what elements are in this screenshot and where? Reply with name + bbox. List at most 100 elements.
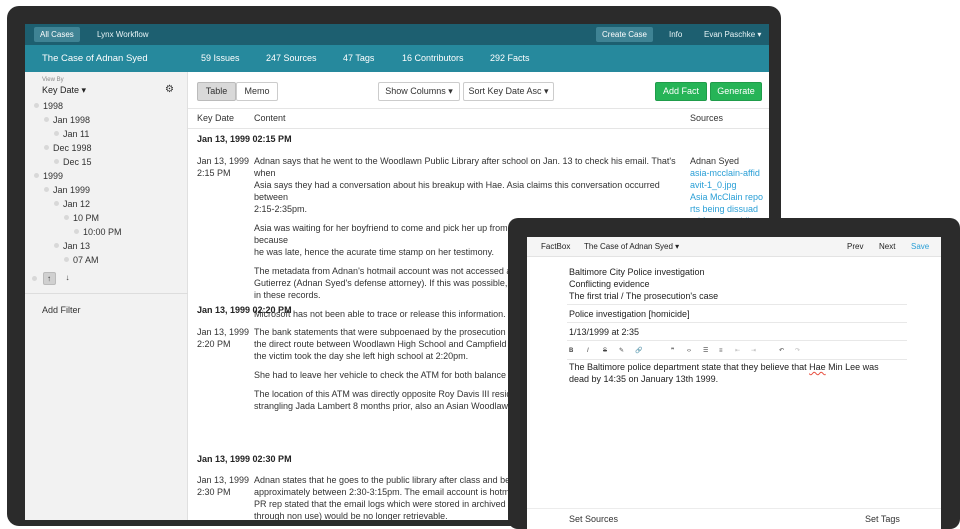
prev-button[interactable]: Prev — [847, 237, 863, 257]
group-heading: Jan 13, 1999 02:15 PM — [197, 134, 292, 144]
memo-view-button[interactable]: Memo — [236, 82, 278, 101]
tree-dot-icon — [44, 117, 49, 123]
tree-item[interactable]: 1999 — [34, 170, 63, 183]
tree-item[interactable]: Jan 12 — [54, 198, 90, 211]
tree-item[interactable]: Jan 11 — [54, 128, 89, 141]
source-link[interactable]: asia-mcclain-affid — [690, 167, 766, 179]
quote-icon[interactable]: ❞ — [671, 345, 674, 357]
factbox-case-select[interactable]: The Case of Adnan Syed ▾ — [584, 237, 679, 257]
tags-count[interactable]: 47 Tags — [343, 45, 374, 72]
table-view-button[interactable]: Table — [197, 82, 236, 101]
field-divider — [567, 322, 907, 323]
tree-item[interactable]: Dec 1998 — [44, 142, 92, 155]
tree-item[interactable]: 07 AM — [64, 254, 99, 267]
source-link[interactable]: Asia McClain repo — [690, 191, 766, 203]
tree-dot-icon — [64, 257, 69, 263]
top-navbar: All Cases Lynx Workflow Create Case Info… — [25, 24, 769, 45]
set-sources-button[interactable]: Set Sources — [569, 509, 618, 529]
undo-icon[interactable]: ↶ — [779, 345, 784, 357]
case-title[interactable]: The Case of Adnan Syed — [42, 45, 148, 72]
link-icon[interactable]: 🔗 — [635, 345, 642, 357]
tree-dot-icon — [54, 159, 59, 165]
source-field[interactable]: Police investigation [homicide] — [569, 309, 690, 319]
bullet-list-icon[interactable]: ☰ — [703, 345, 708, 357]
column-content[interactable]: Content — [254, 109, 286, 128]
row-date[interactable]: Jan 13, 1999 2:20 PM — [197, 326, 252, 350]
next-button[interactable]: Next — [879, 237, 895, 257]
nav-lynx-workflow[interactable]: Lynx Workflow — [91, 27, 155, 42]
tree-dot-icon — [34, 103, 39, 109]
toolbar: Table Memo Show Columns ▾ Sort Key Date … — [188, 72, 769, 109]
user-menu[interactable]: Evan Paschke ▾ — [698, 27, 767, 42]
field-divider — [567, 359, 907, 360]
generate-button[interactable]: Generate — [710, 82, 762, 101]
tree-dot-icon — [44, 145, 49, 151]
issues-count[interactable]: 59 Issues — [201, 45, 240, 72]
source-link[interactable]: rts being dissuad — [690, 203, 766, 215]
sort-dropdown[interactable]: Sort Key Date Asc ▾ — [463, 82, 554, 101]
gear-icon[interactable]: ⚙ — [165, 84, 174, 95]
sources-count[interactable]: 247 Sources — [266, 45, 317, 72]
tree-dot-icon — [54, 243, 59, 249]
contributors-count[interactable]: 16 Contributors — [402, 45, 464, 72]
tree-dot-icon — [32, 276, 37, 281]
nav-all-cases[interactable]: All Cases — [34, 27, 80, 42]
tree-item[interactable]: Jan 1999 — [44, 184, 90, 197]
tree-dot-icon — [34, 173, 39, 179]
tablet-frame: FactBox The Case of Adnan Syed ▾ Prev Ne… — [508, 218, 960, 529]
add-filter-link[interactable]: Add Filter — [42, 305, 81, 315]
row-sources: Adnan Syed asia-mcclain-affid avit-1_0.j… — [690, 155, 766, 227]
view-by-select[interactable]: Key Date ▾ — [42, 85, 86, 96]
factbox-header: FactBox The Case of Adnan Syed ▾ Prev Ne… — [527, 237, 941, 257]
show-columns-dropdown[interactable]: Show Columns ▾ — [378, 82, 460, 101]
factbox-title: FactBox — [541, 242, 571, 251]
tree-item[interactable]: Jan 1998 — [44, 114, 90, 127]
bold-icon[interactable]: B — [569, 345, 573, 357]
facts-count[interactable]: 292 Facts — [490, 45, 530, 72]
group-heading: Jan 13, 1999 02:30 PM — [197, 454, 292, 464]
field-divider — [567, 304, 907, 305]
highlight-icon[interactable]: ✎ — [619, 345, 624, 357]
tree-item[interactable]: 10 PM — [64, 212, 99, 225]
date-field[interactable]: 1/13/1999 at 2:35 — [569, 327, 639, 337]
tree-dot-icon — [54, 201, 59, 207]
numbered-list-icon[interactable]: ≡ — [719, 345, 723, 357]
strikethrough-icon[interactable]: S — [603, 345, 607, 357]
table-header-divider — [188, 128, 769, 129]
source-author[interactable]: Adnan Syed — [690, 155, 766, 167]
sidebar: View By Key Date ▾ ⚙ 1998 Jan 1998 Jan 1… — [25, 72, 188, 520]
case-header: The Case of Adnan Syed 59 Issues 247 Sou… — [25, 45, 769, 72]
nav-info[interactable]: Info — [663, 27, 688, 42]
row-date[interactable]: Jan 13, 1999 2:30 PM — [197, 474, 252, 498]
tree-item[interactable]: Dec 15 — [54, 156, 92, 169]
add-fact-button[interactable]: Add Fact — [655, 82, 707, 101]
redo-icon[interactable]: ↷ — [795, 345, 800, 357]
issue-tag[interactable]: The first trial / The prosecution's case — [569, 291, 718, 301]
group-heading: Jan 13, 1999 02:20 PM — [197, 305, 292, 315]
sidebar-divider — [25, 293, 188, 294]
italic-icon[interactable]: I — [587, 345, 589, 357]
sort-down-button[interactable]: ↓ — [61, 272, 74, 285]
outdent-icon[interactable]: ⇤ — [735, 345, 740, 357]
field-divider — [567, 340, 907, 341]
column-key-date[interactable]: Key Date — [197, 109, 234, 128]
create-case-button[interactable]: Create Case — [596, 27, 653, 42]
factbox-window: FactBox The Case of Adnan Syed ▾ Prev Ne… — [527, 237, 941, 529]
fact-text-editor[interactable]: The Baltimore police department state th… — [569, 361, 899, 385]
save-button[interactable]: Save — [911, 237, 929, 257]
row-date[interactable]: Jan 13, 1999 2:15 PM — [197, 155, 252, 179]
issue-tag[interactable]: Baltimore City Police investigation — [569, 267, 705, 277]
code-icon[interactable]: ‹› — [687, 345, 691, 357]
sort-up-button[interactable]: ↑ — [42, 272, 56, 285]
set-tags-button[interactable]: Set Tags — [865, 509, 900, 529]
tree-dot-icon — [54, 131, 59, 137]
indent-icon[interactable]: ⇥ — [751, 345, 756, 357]
tree-item[interactable]: 10:00 PM — [74, 226, 122, 239]
source-link[interactable]: avit-1_0.jpg — [690, 179, 766, 191]
date-tree: 1998 Jan 1998 Jan 11 Dec 1998 Dec 15 199… — [25, 100, 188, 270]
issue-tag[interactable]: Conflicting evidence — [569, 279, 650, 289]
tree-item[interactable]: Jan 13 — [54, 240, 90, 253]
tree-sort-controls: ↑ ↓ — [32, 272, 74, 285]
tree-item[interactable]: 1998 — [34, 100, 63, 113]
column-sources[interactable]: Sources — [690, 109, 723, 128]
